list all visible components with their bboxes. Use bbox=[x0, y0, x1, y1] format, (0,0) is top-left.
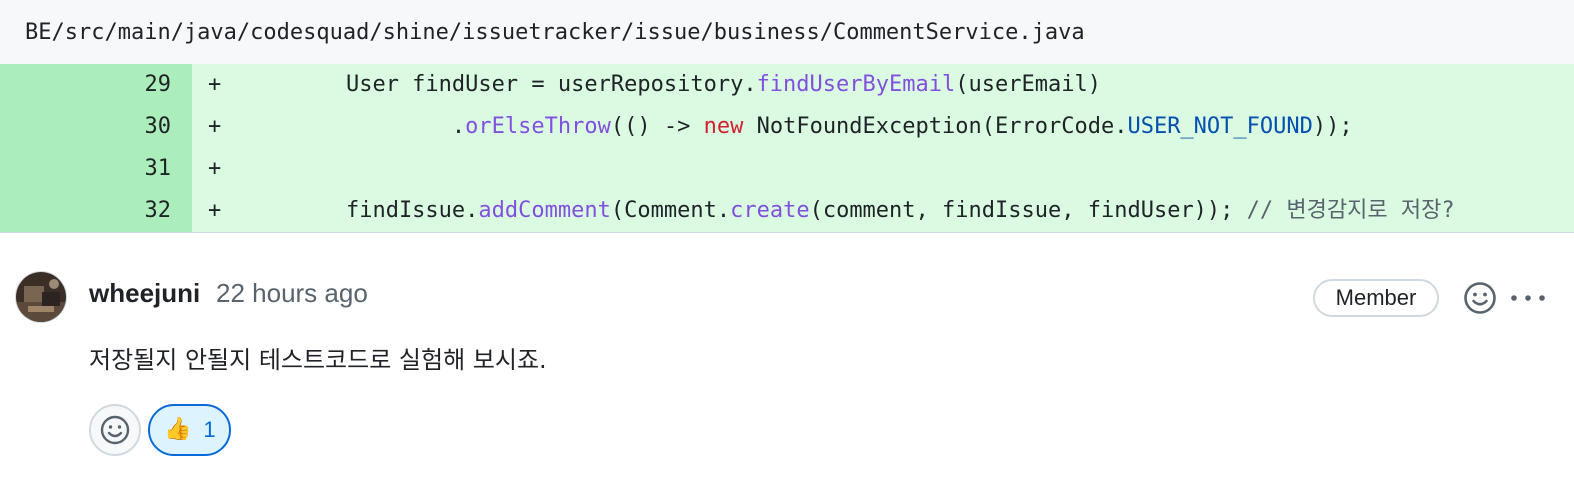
code-token: (Comment. bbox=[610, 198, 731, 223]
code-token: findIssue. bbox=[240, 198, 479, 223]
kebab-horizontal-icon bbox=[1511, 295, 1545, 301]
smiley-icon bbox=[1464, 282, 1496, 314]
divider bbox=[0, 232, 1574, 233]
line-number[interactable]: 32 bbox=[0, 190, 192, 232]
code-token: create bbox=[730, 198, 810, 223]
code-token: // 변경감지로 저장? bbox=[1246, 198, 1455, 223]
member-badge: Member bbox=[1313, 279, 1439, 317]
diff-line: 30 + .orElseThrow(() -> new NotFoundExcep… bbox=[0, 106, 1574, 148]
code-token: USER_NOT_FOUND bbox=[1127, 114, 1313, 139]
thumbs-up-icon: 👍 bbox=[164, 417, 192, 442]
code-token: User findUser = userRepository. bbox=[240, 72, 757, 97]
diff-line: 31 + bbox=[0, 148, 1574, 190]
code-token: addComment bbox=[478, 198, 611, 223]
add-reaction-button-bottom[interactable] bbox=[89, 404, 141, 456]
addition-marker: + bbox=[208, 72, 222, 97]
addition-marker: + bbox=[208, 156, 222, 181]
code-line: + User findUser = userRepository.findUse… bbox=[192, 64, 1574, 106]
code-line: + findIssue.addComment(Comment.create(co… bbox=[192, 190, 1574, 232]
code-token: NotFoundException(ErrorCode. bbox=[743, 114, 1128, 139]
reaction-count: 1 bbox=[203, 417, 216, 442]
reaction-thumbs-up[interactable]: 👍 1 bbox=[148, 404, 231, 456]
comment-author[interactable]: wheejuni bbox=[89, 278, 200, 309]
code-token: (comment, findIssue, findUser)); bbox=[809, 198, 1247, 223]
code-token: (userEmail) bbox=[955, 72, 1101, 97]
comment-body: 저장될지 안될지 테스트코드로 실험해 보시죠. bbox=[89, 346, 547, 374]
addition-marker: + bbox=[208, 198, 222, 223]
line-number[interactable]: 31 bbox=[0, 148, 192, 190]
code-line: + bbox=[192, 148, 1574, 190]
file-header: BE/src/main/java/codesquad/shine/issuetr… bbox=[0, 0, 1574, 64]
add-reaction-button[interactable] bbox=[1460, 278, 1500, 318]
user-avatar[interactable] bbox=[16, 272, 66, 322]
diff-hunk: 29 + User findUser = userRepository.findU… bbox=[0, 64, 1574, 232]
diff-line: 29 + User findUser = userRepository.findU… bbox=[0, 64, 1574, 106]
code-token: new bbox=[703, 114, 744, 139]
code-token: )); bbox=[1312, 114, 1353, 139]
comment-timestamp[interactable]: 22 hours ago bbox=[216, 278, 368, 309]
code-token: . bbox=[240, 114, 466, 139]
code-token: (() -> bbox=[610, 114, 704, 139]
code-line: + .orElseThrow(() -> new NotFoundExcepti… bbox=[192, 106, 1574, 148]
smiley-icon bbox=[100, 415, 130, 445]
code-token: orElseThrow bbox=[465, 114, 611, 139]
line-number[interactable]: 29 bbox=[0, 64, 192, 106]
file-path[interactable]: BE/src/main/java/codesquad/shine/issuetr… bbox=[25, 20, 1085, 45]
code-token: findUserByEmail bbox=[756, 72, 956, 97]
addition-marker: + bbox=[208, 114, 222, 139]
diff-line: 32 + findIssue.addComment(Comment.create(… bbox=[0, 190, 1574, 232]
more-options-button[interactable] bbox=[1508, 282, 1548, 314]
line-number[interactable]: 30 bbox=[0, 106, 192, 148]
